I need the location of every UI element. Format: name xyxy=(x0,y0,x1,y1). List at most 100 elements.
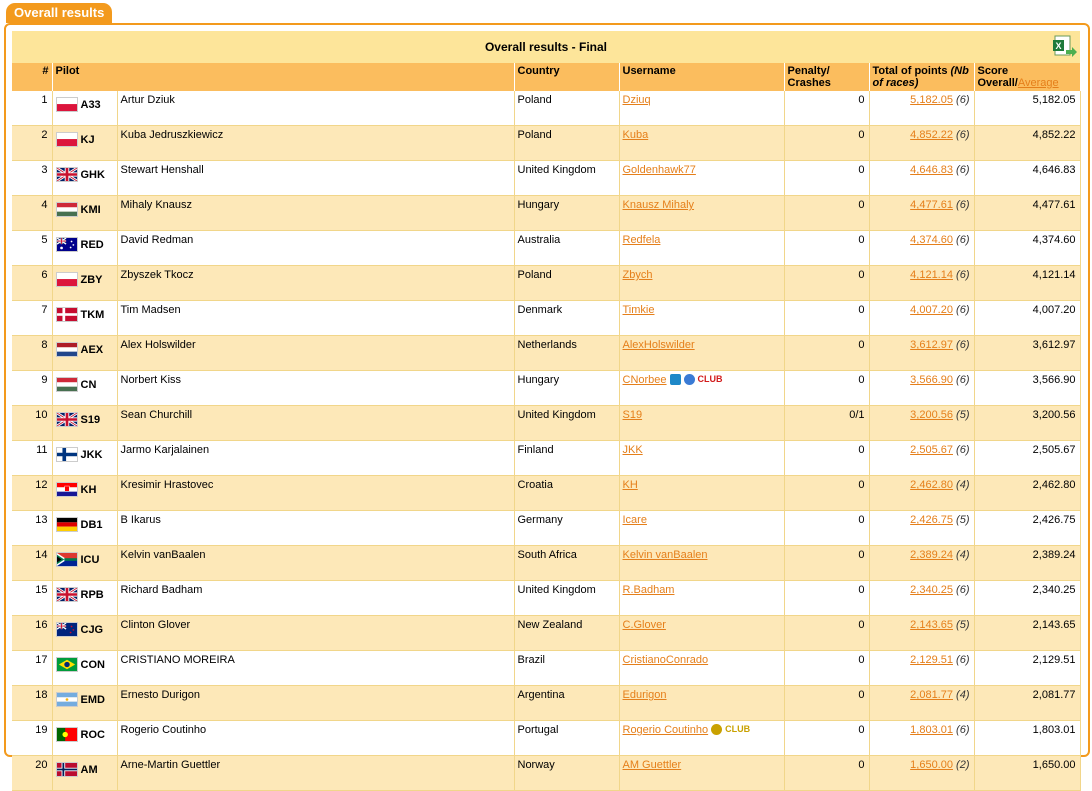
points-link[interactable]: 4,646.83 xyxy=(910,164,953,176)
pilot-code: CON xyxy=(80,658,105,671)
rank-cell: 19 xyxy=(12,720,53,756)
pilot-code: DB1 xyxy=(80,518,103,531)
rank-cell: 3 xyxy=(12,160,53,196)
col-total-header: Total of points (Nb of races) xyxy=(869,63,975,91)
points-link[interactable]: 2,462.80 xyxy=(910,479,953,491)
points-link[interactable]: 3,612.97 xyxy=(910,339,953,351)
points-link[interactable]: 5,182.05 xyxy=(910,94,953,106)
points-link[interactable]: 4,852.22 xyxy=(910,129,953,141)
pilot-name-cell: Sean Churchill xyxy=(117,405,515,441)
points-link[interactable]: 4,121.14 xyxy=(910,269,953,281)
username-link[interactable]: KH xyxy=(623,479,638,491)
username-link[interactable]: AlexHolswilder xyxy=(623,339,695,351)
points-link[interactable]: 2,340.25 xyxy=(910,584,953,596)
username-link[interactable]: Dziuq xyxy=(623,94,651,106)
score-cell: 2,462.80 xyxy=(974,475,1081,511)
points-link[interactable]: 2,505.67 xyxy=(910,444,953,456)
username-cell: S19 xyxy=(619,405,785,441)
races-count: (6) xyxy=(956,304,970,316)
penalty-cell: 0 xyxy=(784,125,870,161)
overall-results-tab[interactable]: Overall results xyxy=(6,3,113,23)
pilot-name-cell: Kuba Jedruszkiewicz xyxy=(117,125,515,161)
pilot-name-cell: Tim Madsen xyxy=(117,300,515,336)
table-row: 3 GHK Stewart Henshall United Kingdom Golden… xyxy=(12,160,1081,196)
pilot-code: A33 xyxy=(80,98,101,111)
score-cell: 4,007.20 xyxy=(974,300,1081,336)
table-row: 17 CON CRISTIANO MOREIRA Brazil CristianoCon… xyxy=(12,650,1081,686)
pilot-name-cell: Norbert Kiss xyxy=(117,370,515,406)
penalty-cell: 0 xyxy=(784,545,870,581)
username-link[interactable]: Kelvin vanBaalen xyxy=(623,549,708,561)
pilot-code-cell: ICU xyxy=(52,545,118,581)
username-link[interactable]: Goldenhawk77 xyxy=(623,164,696,176)
table-row: 1 A33 Artur Dziuk Poland Dziuq 0 5,182.05 (6) 5… xyxy=(12,91,1081,126)
username-link[interactable]: JKK xyxy=(623,444,643,456)
username-link[interactable]: CristianoConrado xyxy=(623,654,709,666)
points-link[interactable]: 3,200.56 xyxy=(910,409,953,421)
username-cell: AlexHolswilder xyxy=(619,335,785,371)
username-cell: Edurigon xyxy=(619,685,785,721)
col-country-header: Country xyxy=(514,63,620,91)
username-link[interactable]: CNorbee xyxy=(623,374,667,386)
username-link[interactable]: Icare xyxy=(623,514,647,526)
country-cell: Poland xyxy=(514,125,620,161)
points-cell: 4,646.83 (6) xyxy=(869,160,975,196)
points-link[interactable]: 2,081.77 xyxy=(910,689,953,701)
points-link[interactable]: 2,389.24 xyxy=(910,549,953,561)
races-count: (5) xyxy=(956,619,970,631)
penalty-cell: 0 xyxy=(784,195,870,231)
country-cell: United Kingdom xyxy=(514,405,620,441)
username-link[interactable]: Edurigon xyxy=(623,689,667,701)
pilot-code: TKM xyxy=(80,308,105,321)
score-cell: 2,081.77 xyxy=(974,685,1081,721)
points-cell: 4,477.61 (6) xyxy=(869,195,975,231)
pilot-code: RED xyxy=(80,238,104,251)
rank-cell: 13 xyxy=(12,510,53,546)
pilot-code-cell: EMD xyxy=(52,685,118,721)
username-link[interactable]: Redfela xyxy=(623,234,661,246)
score-cell: 5,182.05 xyxy=(974,91,1081,126)
races-count: (6) xyxy=(956,234,970,246)
points-link[interactable]: 2,143.65 xyxy=(910,619,953,631)
club-member-icon xyxy=(683,374,695,385)
pilot-code: GHK xyxy=(80,168,105,181)
pilot-name-cell: Ernesto Durigon xyxy=(117,685,515,721)
races-count: (6) xyxy=(956,584,970,596)
username-link[interactable]: R.Badham xyxy=(623,584,675,596)
points-link[interactable]: 1,803.01 xyxy=(910,724,953,736)
score-cell: 2,426.75 xyxy=(974,510,1081,546)
nz-flag-icon xyxy=(55,622,78,637)
points-link[interactable]: 4,477.61 xyxy=(910,199,953,211)
username-link[interactable]: Knausz Mihaly xyxy=(623,199,695,211)
points-link[interactable]: 4,007.20 xyxy=(910,304,953,316)
username-link[interactable]: Zbych xyxy=(623,269,653,281)
score-average-link[interactable]: Average xyxy=(1018,77,1059,89)
username-link[interactable]: AM Guettler xyxy=(623,759,682,771)
penalty-cell: 0 xyxy=(784,335,870,371)
username-link[interactable]: Kuba xyxy=(623,129,649,141)
points-link[interactable]: 1,650.00 xyxy=(910,759,953,771)
points-link[interactable]: 3,566.90 xyxy=(910,374,953,386)
penalty-cell: 0 xyxy=(784,580,870,616)
username-link[interactable]: C.Glover xyxy=(623,619,666,631)
points-cell: 5,182.05 (6) xyxy=(869,91,975,126)
races-count: (4) xyxy=(956,549,970,561)
results-body: 1 A33 Artur Dziuk Poland Dziuq 0 5,182.05 (6) 5… xyxy=(12,91,1081,791)
points-cell: 2,505.67 (6) xyxy=(869,440,975,476)
points-link[interactable]: 2,129.51 xyxy=(910,654,953,666)
pilot-code-cell: RED xyxy=(52,230,118,266)
username-link[interactable]: Timkie xyxy=(623,304,655,316)
score-cell: 1,650.00 xyxy=(974,755,1081,791)
excel-export-icon[interactable]: X xyxy=(1052,34,1078,60)
pilot-code-cell: TKM xyxy=(52,300,118,336)
pilot-code-cell: S19 xyxy=(52,405,118,441)
rank-cell: 8 xyxy=(12,335,53,371)
points-link[interactable]: 4,374.60 xyxy=(910,234,953,246)
rank-cell: 16 xyxy=(12,615,53,651)
username-link[interactable]: Rogerio Coutinho xyxy=(623,724,709,736)
rank-cell: 15 xyxy=(12,580,53,616)
score-cell: 4,374.60 xyxy=(974,230,1081,266)
points-link[interactable]: 2,426.75 xyxy=(910,514,953,526)
username-link[interactable]: S19 xyxy=(623,409,643,421)
username-cell: Kelvin vanBaalen xyxy=(619,545,785,581)
